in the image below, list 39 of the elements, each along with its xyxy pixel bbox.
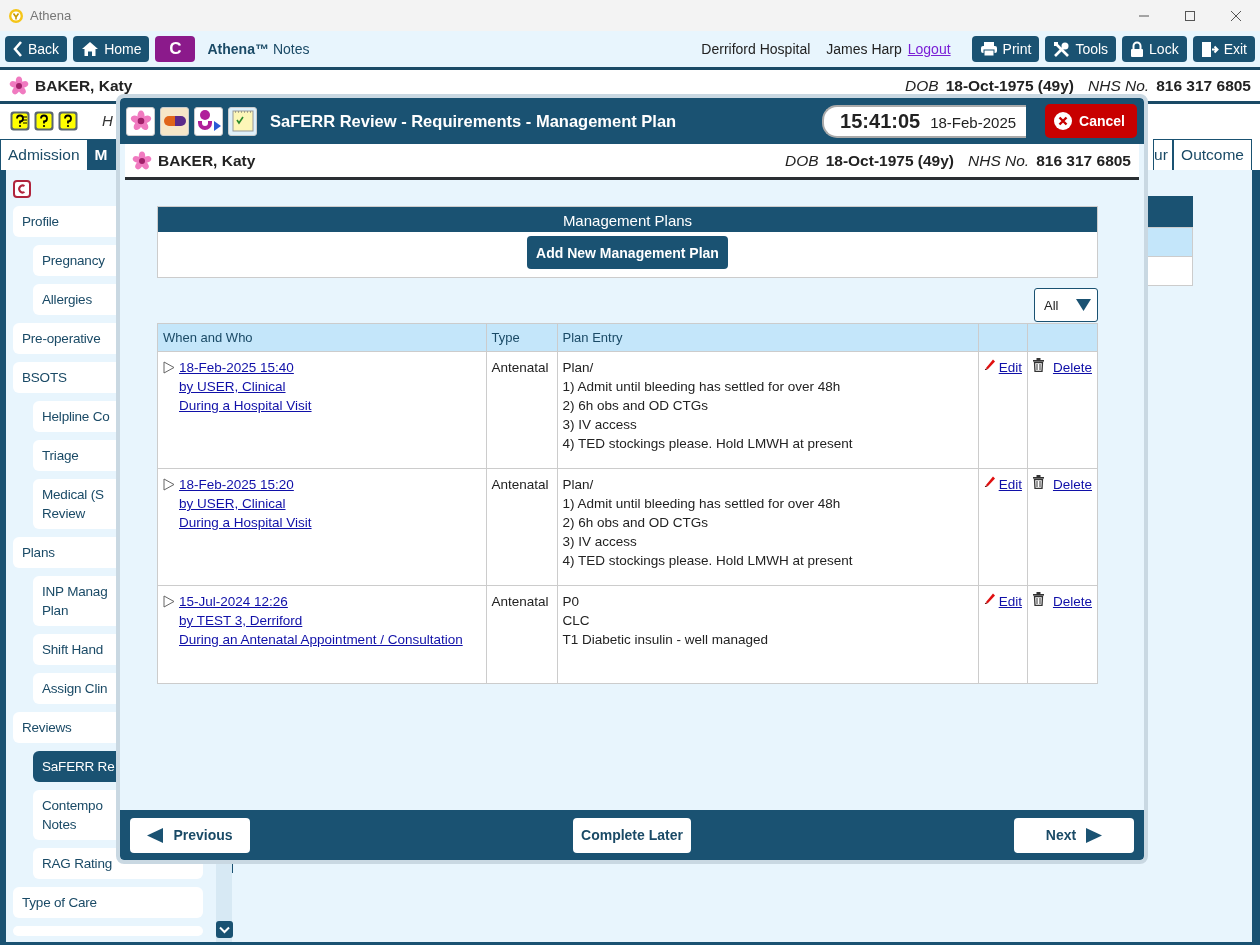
plan-line: Plan/	[562, 476, 595, 494]
plan-line: 4) TED stockings please. Hold LMWH at present	[562, 552, 854, 570]
nhs-label: NHS No.	[1088, 76, 1150, 95]
plan-line: 4) TED stockings please. Hold LMWH at present	[562, 435, 854, 453]
table-cell: Antenatal	[491, 360, 549, 375]
plan-line: 2) 6h obs and OD CTGs	[562, 514, 710, 532]
dob-value: 18-Oct-1975 (49y)	[825, 151, 954, 170]
nhs-value: 816 317 6805	[1156, 76, 1251, 95]
clock-date: 18-Feb-2025	[930, 113, 1017, 131]
dob-value: 18-Oct-1975 (49y)	[945, 76, 1074, 95]
dob-label: DOB	[785, 151, 819, 170]
plan-line: T1 Diabetic insulin - well managed	[562, 631, 770, 649]
nhs-label: NHS No.	[968, 151, 1030, 170]
clock-time: 15:41:05	[840, 109, 921, 133]
hospital-name: Derriford Hospital	[701, 41, 811, 57]
plan-line: 3) IV access	[562, 416, 638, 434]
product-suffix: Notes	[272, 41, 310, 57]
plan-line: 1) Admit until bleeding has settled for over 48h	[562, 378, 842, 396]
plan-line: CLC	[562, 612, 591, 630]
plan-line: 2) 6h obs and OD CTGs	[562, 397, 710, 415]
patient-name: BAKER, Katy	[35, 76, 133, 95]
plan-line: 3) IV access	[562, 533, 638, 551]
plan-line: Plan/	[562, 359, 595, 377]
patient-name: BAKER, Katy	[158, 151, 256, 170]
dialog-title: SaFERR Review - Requirements - Management Plan	[270, 111, 677, 131]
table-cell: Antenatal	[491, 594, 549, 609]
column-header: Type	[486, 323, 557, 352]
column-header: Plan Entry	[557, 323, 979, 352]
nhs-value: 816 317 6805	[1036, 151, 1131, 170]
user-name: James Harp	[826, 41, 902, 57]
table-cell: Antenatal	[491, 477, 549, 492]
plan-line: 1) Admit until bleeding has settled for over 48h	[562, 495, 842, 513]
column-header: When and Who	[157, 323, 487, 352]
window-title: Athena	[30, 8, 72, 23]
product-name: Athena™	[207, 41, 269, 57]
panel-heading: Management Plans	[158, 207, 1097, 232]
section-heading: H	[102, 112, 113, 129]
dob-label: DOB	[905, 76, 939, 95]
plan-line: P0	[562, 593, 580, 611]
